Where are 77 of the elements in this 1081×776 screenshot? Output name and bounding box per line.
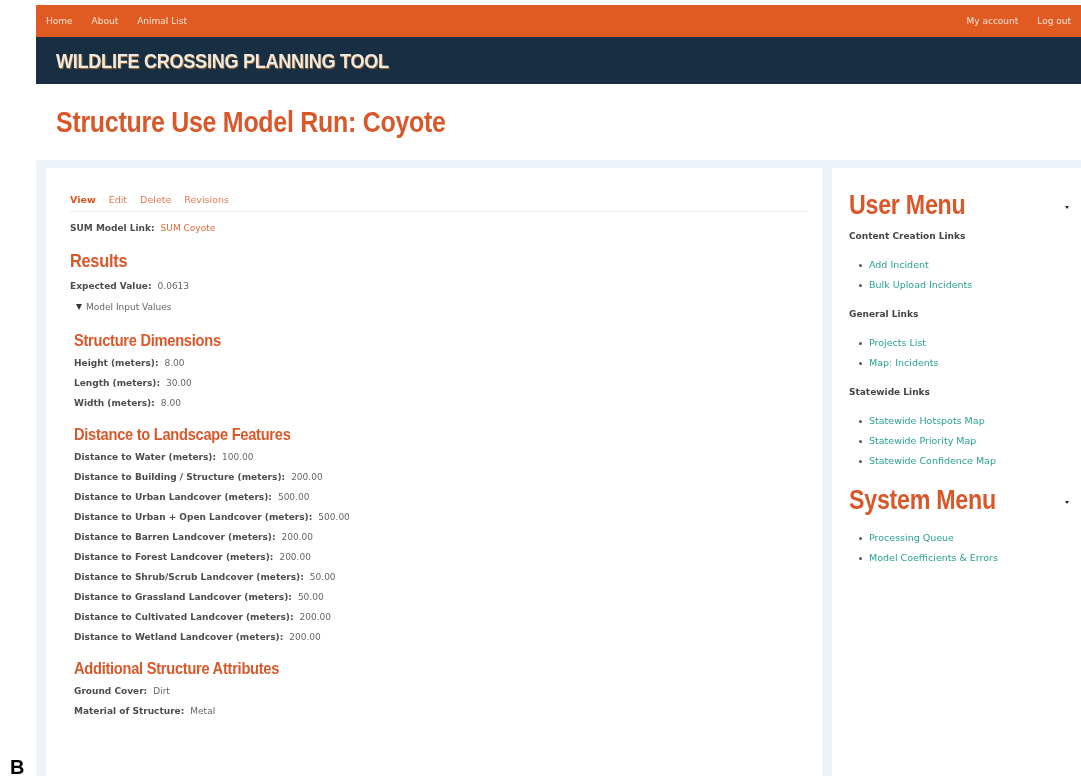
- bullet-icon: [859, 536, 862, 540]
- menu-link[interactable]: Statewide Confidence Map: [869, 451, 996, 471]
- field-value: Metal: [190, 706, 216, 716]
- menu-title: User Menu: [849, 190, 966, 221]
- field-label: Length (meters):: [74, 378, 161, 388]
- field-label: Distance to Barren Landcover (meters):: [74, 532, 276, 542]
- bullet-icon: [859, 263, 862, 267]
- bullet-icon: [859, 439, 862, 443]
- field-label: Expected Value:: [70, 281, 152, 291]
- field-label: Material of Structure:: [74, 706, 185, 716]
- field-label: Width (meters):: [74, 398, 155, 408]
- group-heading: Content Creation Links: [849, 231, 967, 241]
- bullet-icon: [859, 459, 862, 463]
- field-value: 50.00: [297, 592, 324, 602]
- page-title: Structure Use Model Run: Coyote: [56, 105, 446, 139]
- field-label: Distance to Shrub/Scrub Landcover (meters):: [74, 572, 304, 582]
- field-value: 8.00: [160, 398, 181, 408]
- nav-link[interactable]: About: [91, 16, 119, 26]
- field-value: 30.00: [166, 378, 192, 388]
- menu-link[interactable]: Projects List: [869, 333, 927, 353]
- field-label: Distance to Urban Landcover (meters):: [74, 492, 272, 502]
- bullet-icon: [859, 419, 862, 423]
- bullet-icon: [859, 556, 862, 560]
- menu-link[interactable]: Processing Queue: [869, 528, 954, 548]
- tab[interactable]: View: [70, 194, 107, 205]
- nav-link[interactable]: Animal List: [137, 16, 187, 26]
- field-label: Distance to Building / Structure (meters):: [74, 472, 286, 482]
- group-heading: General Links: [849, 309, 920, 319]
- field-label: Ground Cover:: [74, 686, 148, 696]
- nav-link[interactable]: Log out: [1037, 16, 1071, 26]
- field-value: 200.00: [289, 632, 321, 642]
- section-heading: Additional Structure Attributes: [74, 659, 280, 679]
- tab[interactable]: Revisions: [184, 194, 240, 205]
- field-label: Distance to Water (meters):: [74, 452, 217, 462]
- bullet-icon: [859, 361, 862, 365]
- menu-link[interactable]: Add Incident: [869, 255, 929, 275]
- group-heading: Statewide Links: [849, 387, 931, 397]
- caret-icon[interactable]: [1065, 501, 1069, 504]
- field-label: Distance to Cultivated Landcover (meters):: [74, 612, 294, 622]
- field-value: 200.00: [299, 612, 332, 622]
- field-label: Distance to Urban + Open Landcover (meters):: [74, 512, 313, 522]
- nav-link[interactable]: My account: [966, 16, 1019, 26]
- section-heading: Structure Dimensions: [74, 331, 221, 351]
- menu-link[interactable]: Bulk Upload Incidents: [869, 275, 973, 295]
- field-label: Height (meters):: [74, 358, 159, 368]
- bullet-icon: [859, 283, 862, 287]
- field-value: Dirt: [153, 686, 170, 696]
- field-value: 500.00: [318, 512, 350, 522]
- field-value: 100.00: [222, 452, 254, 462]
- menu-link[interactable]: Map: Incidents: [869, 353, 939, 373]
- field-label: SUM Model Link:: [70, 223, 155, 233]
- field-label: Distance to Forest Landcover (meters):: [74, 552, 274, 562]
- field-value: 0.0613: [157, 281, 190, 291]
- field-value: 500.00: [277, 492, 310, 502]
- field-value: 200.00: [279, 552, 311, 562]
- section-heading: Distance to Landscape Features: [74, 425, 291, 445]
- menu-link[interactable]: Model Coefficients & Errors: [869, 548, 998, 568]
- model-link[interactable]: SUM Coyote: [160, 223, 216, 233]
- field-value: 200.00: [281, 532, 314, 542]
- tab[interactable]: Delete: [140, 194, 183, 205]
- field-value: 50.00: [309, 572, 336, 582]
- field-label: Distance to Grassland Landcover (meters):: [74, 592, 292, 602]
- details-summary[interactable]: Model Input Values: [86, 299, 172, 315]
- panel-label: B: [9, 756, 26, 776]
- menu-title: System Menu: [849, 485, 996, 516]
- field-label: Distance to Wetland Landcover (meters):: [74, 632, 284, 642]
- disclosure-triangle-icon[interactable]: [76, 304, 82, 310]
- menu-link[interactable]: Statewide Hotspots Map: [869, 411, 985, 431]
- bullet-icon: [859, 341, 862, 345]
- caret-icon[interactable]: [1065, 206, 1069, 209]
- section-heading: Results: [70, 250, 128, 272]
- site-title: WILDLIFE CROSSING PLANNING TOOL: [56, 48, 389, 73]
- field-value: 8.00: [164, 358, 185, 368]
- tab[interactable]: Edit: [108, 194, 139, 205]
- menu-link[interactable]: Statewide Priority Map: [869, 431, 977, 451]
- field-value: 200.00: [291, 472, 323, 482]
- nav-link[interactable]: Home: [46, 16, 73, 26]
